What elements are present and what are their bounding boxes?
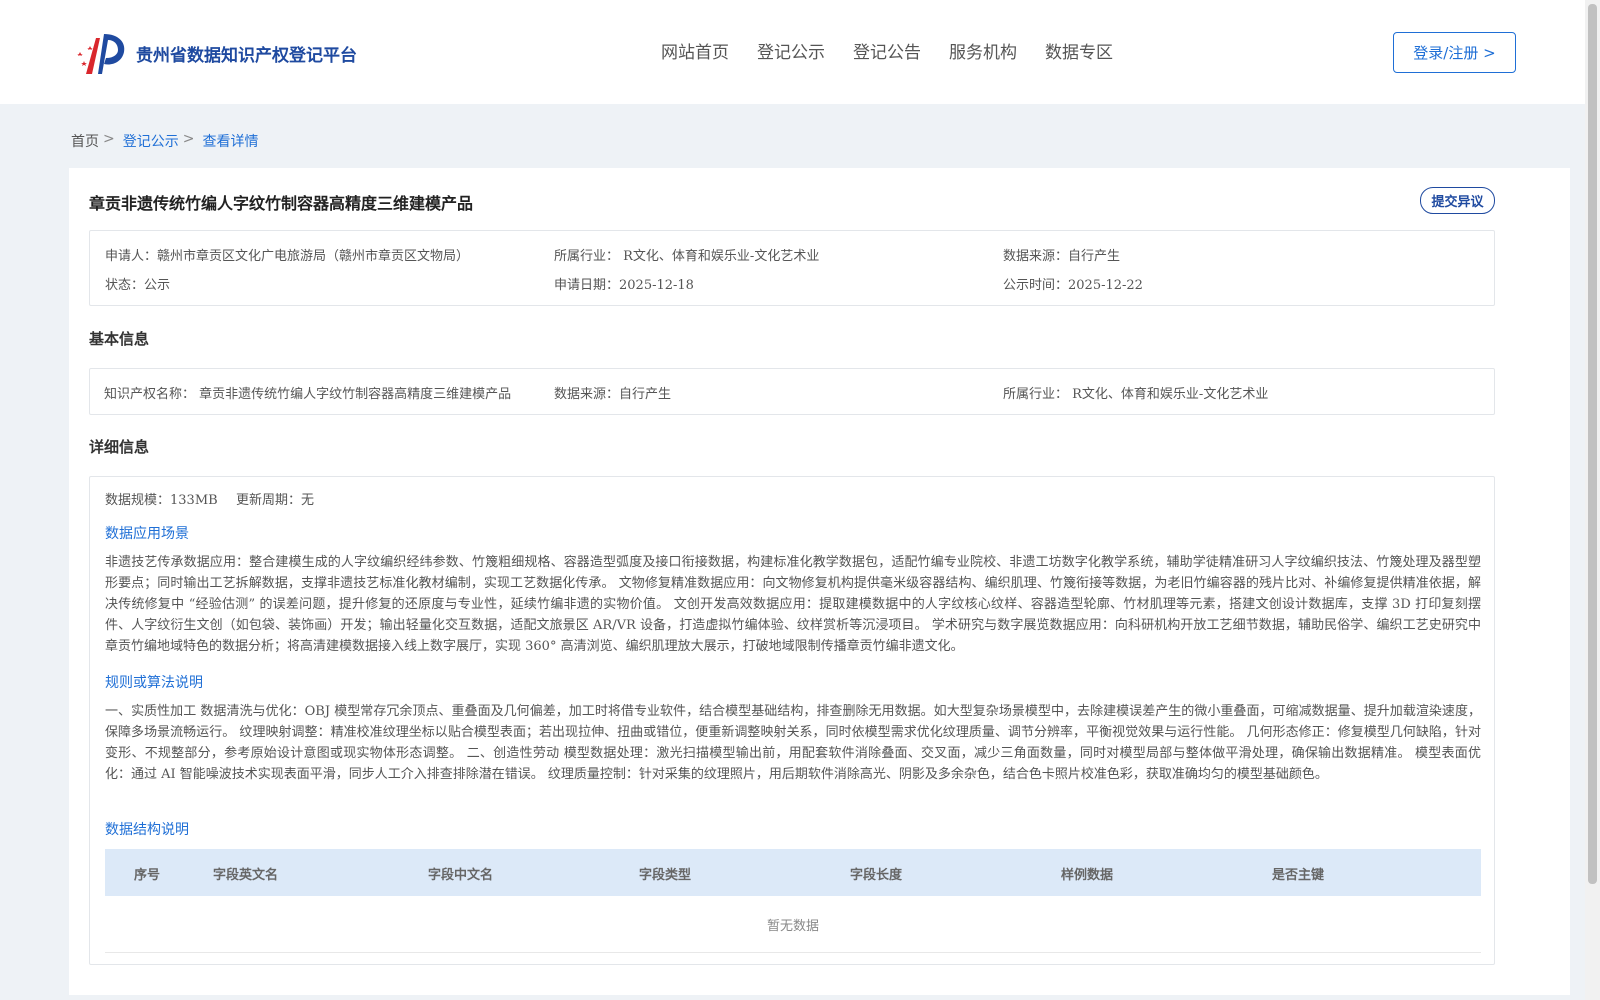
scene-text: 非遗技艺传承数据应用：整合建模生成的人字纹编织经纬参数、竹篾粗细规格、容器造型弧… <box>105 555 1481 654</box>
nav-data-zone[interactable]: 数据专区 <box>1045 38 1113 63</box>
struct-title: 数据结构说明 <box>105 822 189 838</box>
column-header: 序号 <box>134 868 161 883</box>
detail-card: 章贡非遗传统竹编人字纹竹制容器高精度三维建模产品 提交异议 申请人：赣州市章贡区… <box>69 168 1570 995</box>
breadcrumb-publicity[interactable]: 登记公示 <box>123 131 179 151</box>
logo-emblem-icon <box>77 34 125 74</box>
column-header: 字段中文名 <box>428 868 494 883</box>
ip-name: 知识产权名称： 章贡非遗传统竹编人字纹竹制容器高精度三维建模产品 <box>104 387 512 402</box>
industry: 所属行业： R文化、体育和娱乐业-文化艺术业 <box>554 249 820 264</box>
rule-title: 规则或算法说明 <box>105 675 203 691</box>
nav-service-agencies[interactable]: 服务机构 <box>949 38 1017 63</box>
breadcrumb: 首页 > 登记公示 > 查看详情 <box>71 131 258 151</box>
basic-info-title: 基本信息 <box>89 330 150 348</box>
breadcrumb-separator: > <box>182 131 195 147</box>
login-register-button[interactable]: 登录/注册 > <box>1393 32 1516 73</box>
site-header: 贵州省数据知识产权登记平台 网站首页 登记公示 登记公告 服务机构 数据专区 登… <box>0 0 1585 104</box>
breadcrumb-home[interactable]: 首页 <box>71 131 99 151</box>
column-header: 字段英文名 <box>213 868 279 883</box>
page-title: 章贡非遗传统竹编人字纹竹制容器高精度三维建模产品 <box>89 194 474 213</box>
column-header: 字段类型 <box>639 868 692 883</box>
nav-home[interactable]: 网站首页 <box>661 38 729 63</box>
scene-title: 数据应用场景 <box>105 526 189 542</box>
basic-industry: 所属行业： R文化、体育和娱乐业-文化艺术业 <box>1003 387 1269 402</box>
column-header: 字段长度 <box>850 868 903 883</box>
detail-info-box: 数据规模：133MB 更新周期：无 数据应用场景 非遗技艺传承数据应用：整合建模… <box>89 476 1495 965</box>
rule-text: 一、实质性加工 数据清洗与优化：OBJ 模型常存冗余顶点、重叠面及几何偏差，加工… <box>105 704 1481 782</box>
site-title: 贵州省数据知识产权登记平台 <box>136 45 357 66</box>
page-scrollbar[interactable] <box>1585 0 1600 1000</box>
nav-registration-publicity[interactable]: 登记公示 <box>757 38 825 63</box>
apply-date: 申请日期：2025-12-18 <box>554 278 694 293</box>
status: 状态：公示 <box>105 278 171 293</box>
data-source: 数据来源：自行产生 <box>1003 249 1121 264</box>
basic-info-box: 知识产权名称： 章贡非遗传统竹编人字纹竹制容器高精度三维建模产品 数据来源：自行… <box>89 368 1495 415</box>
submit-objection-button[interactable]: 提交异议 <box>1420 187 1495 214</box>
applicant: 申请人：赣州市章贡区文化广电旅游局（赣州市章贡区文物局） <box>105 249 470 264</box>
nav-registration-announcement[interactable]: 登记公告 <box>853 38 921 63</box>
column-header: 样例数据 <box>1061 868 1114 883</box>
detail-info-title: 详细信息 <box>89 438 150 456</box>
update-cycle: 更新周期：无 <box>236 493 315 508</box>
basic-data-source: 数据来源：自行产生 <box>554 387 672 402</box>
column-header: 是否主键 <box>1272 868 1325 883</box>
summary-box: 申请人：赣州市章贡区文化广电旅游局（赣州市章贡区文物局） 所属行业： R文化、体… <box>89 230 1495 306</box>
main-nav: 网站首页 登记公示 登记公告 服务机构 数据专区 <box>661 38 1141 63</box>
publish-date: 公示时间：2025-12-22 <box>1003 278 1143 293</box>
data-structure-table-header: 序号 字段英文名 字段中文名 字段类型 字段长度 样例数据 是否主键 <box>105 849 1481 896</box>
data-scale: 数据规模：133MB <box>105 493 218 508</box>
scrollbar-thumb[interactable] <box>1588 4 1597 884</box>
site-logo[interactable]: 贵州省数据知识产权登记平台 <box>70 28 357 78</box>
breadcrumb-current: 查看详情 <box>202 134 259 150</box>
breadcrumb-separator: > <box>103 131 115 147</box>
table-empty-state: 暂无数据 <box>105 897 1481 953</box>
